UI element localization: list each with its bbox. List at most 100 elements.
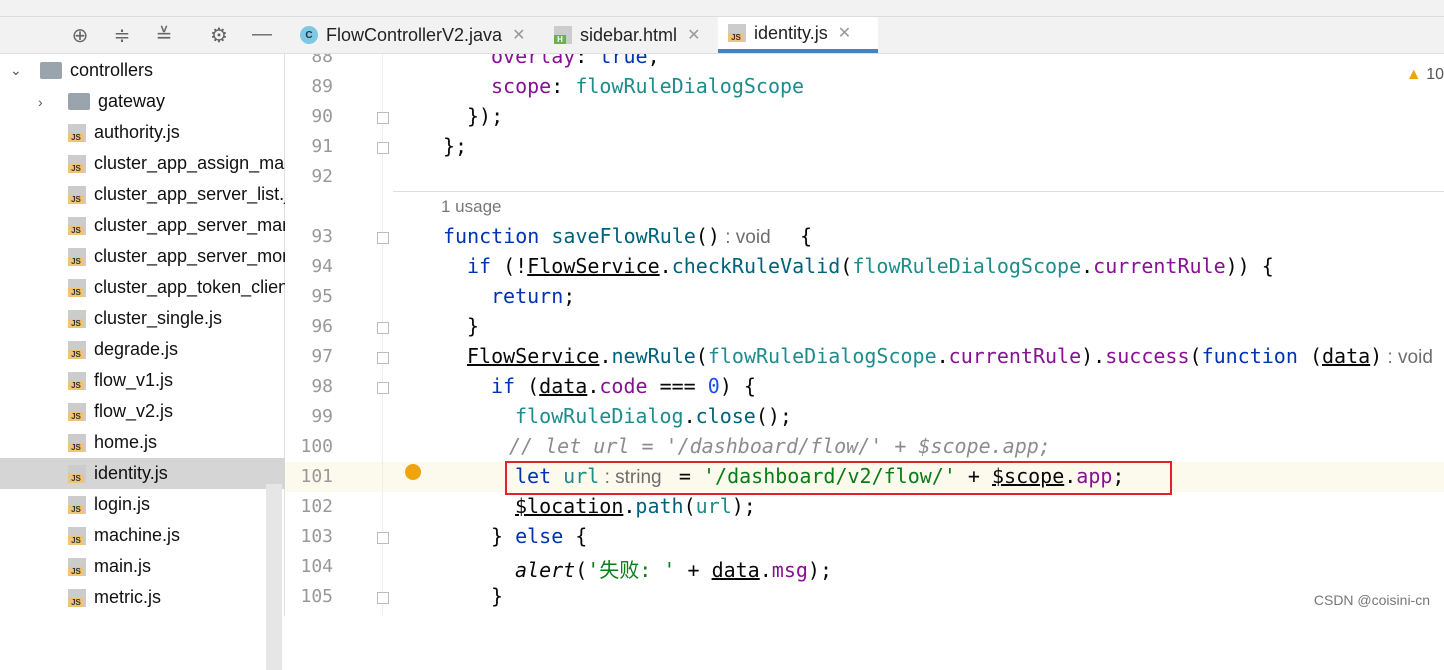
line-number[interactable]: 104 [285,556,333,577]
code-token: ); [731,494,756,518]
crosshair-icon[interactable]: ⊕ [68,23,92,48]
code-editor[interactable]: 1 usage ▲ 10 CSDN @coisini-cn 88 overlay:… [285,54,1444,616]
code-line[interactable]: // let url = '/dashboard/flow/' + $scope… [509,434,1051,458]
fold-marker-icon[interactable] [377,352,389,364]
line-number[interactable]: 105 [285,586,333,607]
breadcrumb [0,0,1444,17]
code-token: true [599,54,648,68]
code-token: . [1064,464,1077,488]
code-line[interactable]: } else { [491,524,587,548]
usage-hint[interactable]: 1 usage [441,197,502,217]
line-number[interactable]: 100 [285,436,333,457]
code-token: : [575,54,600,68]
line-number[interactable]: 94 [285,256,333,277]
code-line[interactable]: scope: flowRuleDialogScope [491,74,804,98]
line-number[interactable]: 92 [285,166,333,187]
code-token: overlay [491,54,576,68]
code-line[interactable]: function saveFlowRule() : void { [443,224,812,249]
fold-marker-icon[interactable] [377,322,389,334]
js-file-icon: JS [68,557,86,576]
chevron-down-icon[interactable]: ⌄ [10,62,22,79]
code-token: scope [491,74,552,98]
code-token: ); [807,558,832,582]
fold-marker-icon[interactable] [377,142,389,154]
js-file-icon: JS [68,247,86,266]
type-hint: : string [599,467,667,488]
js-file-icon: JS [68,216,86,235]
js-file-icon: JS [68,433,86,452]
close-icon[interactable]: ✕ [838,23,851,43]
line-number[interactable]: 97 [285,346,333,367]
chevron-right-icon[interactable]: › [38,94,43,110]
line-number[interactable]: 99 [285,406,333,427]
close-icon[interactable]: ✕ [512,25,525,45]
line-number[interactable]: 93 [285,226,333,247]
file-type-label: H [554,35,566,44]
code-token: data [711,558,760,582]
tab-js[interactable]: JS identity.js ✕ [718,17,878,53]
code-token: ( [683,494,696,518]
tree-item-label: cluster_app_token_client.js [94,277,312,297]
tab-java[interactable]: C FlowControllerV2.java ✕ [290,17,538,53]
tree-item-label: flow_v2.js [94,401,174,421]
code-token: ( [1309,344,1322,368]
fold-marker-icon[interactable] [377,532,389,544]
warning-indicator[interactable]: ▲ 10 [1406,66,1444,84]
code-line[interactable]: FlowService.newRule(flowRuleDialogScope.… [467,344,1433,369]
fold-marker-icon[interactable] [377,232,389,244]
close-icon[interactable]: ✕ [687,25,700,45]
code-token: alert [515,558,576,582]
line-number[interactable]: 102 [285,496,333,517]
editor-tabs: C FlowControllerV2.java ✕ Hsidebar.html ✕ JS i… [284,17,1444,54]
code-line[interactable]: } [467,314,479,338]
line-number[interactable]: 98 [285,376,333,397]
tab-html[interactable]: Hsidebar.html ✕ [544,17,712,53]
line-number[interactable]: 101 [285,466,333,487]
line-number[interactable]: 103 [285,526,333,547]
js-file-icon: JS [68,185,86,204]
code-line[interactable]: } [491,584,503,608]
line-number[interactable]: 96 [285,316,333,337]
line-number[interactable]: 95 [285,286,333,307]
code-token: ; [563,284,576,308]
fold-marker-icon[interactable] [377,592,389,604]
code-token: else [515,524,564,548]
code-line[interactable]: $location.path(url); [515,494,756,518]
code-line[interactable]: alert('失败: ' + data.msg); [515,554,832,583]
js-file-icon: JS [68,588,86,607]
line-number[interactable]: 89 [285,76,333,97]
code-line[interactable]: let url : string = '/dashboard/v2/flow/'… [515,464,1124,489]
code-line[interactable]: }); [467,104,503,128]
fold-marker-icon[interactable] [377,382,389,394]
code-line[interactable]: }; [443,134,467,158]
code-token: . [683,404,696,428]
fold-marker-icon[interactable] [377,112,389,124]
js-file-icon: JS [68,278,86,297]
warning-count: 10 [1426,66,1444,83]
code-token: let [515,464,564,488]
code-line[interactable]: if (!FlowService.checkRuleValid(flowRule… [467,254,1274,278]
code-line[interactable]: overlay: true, [491,54,660,68]
warning-icon: ▲ [1405,66,1422,83]
line-number[interactable]: 91 [285,136,333,157]
code-token: app [1076,464,1113,488]
code-token: if [491,374,528,398]
line-number[interactable]: 88 [285,54,333,67]
code-token: close [695,404,756,428]
js-file-icon: JS [728,24,746,42]
lightbulb-icon[interactable] [405,464,421,480]
minimize-icon[interactable]: — [250,23,274,46]
code-line[interactable]: return; [491,284,575,308]
gear-icon[interactable]: ⚙ [207,23,231,48]
code-token: , [647,54,660,68]
expand-all-icon[interactable]: ≑ [110,23,134,48]
code-token: path [635,494,684,518]
tree-folder[interactable]: ⌄ controllers [0,55,324,86]
code-token: . [936,344,949,368]
collapse-all-icon[interactable]: ≚ [152,23,176,48]
scrollbar[interactable] [266,484,282,670]
line-number[interactable]: 90 [285,106,333,127]
code-token: ) [1370,344,1383,368]
code-line[interactable]: flowRuleDialog.close(); [515,404,792,428]
code-line[interactable]: if (data.code === 0) { [491,374,756,398]
